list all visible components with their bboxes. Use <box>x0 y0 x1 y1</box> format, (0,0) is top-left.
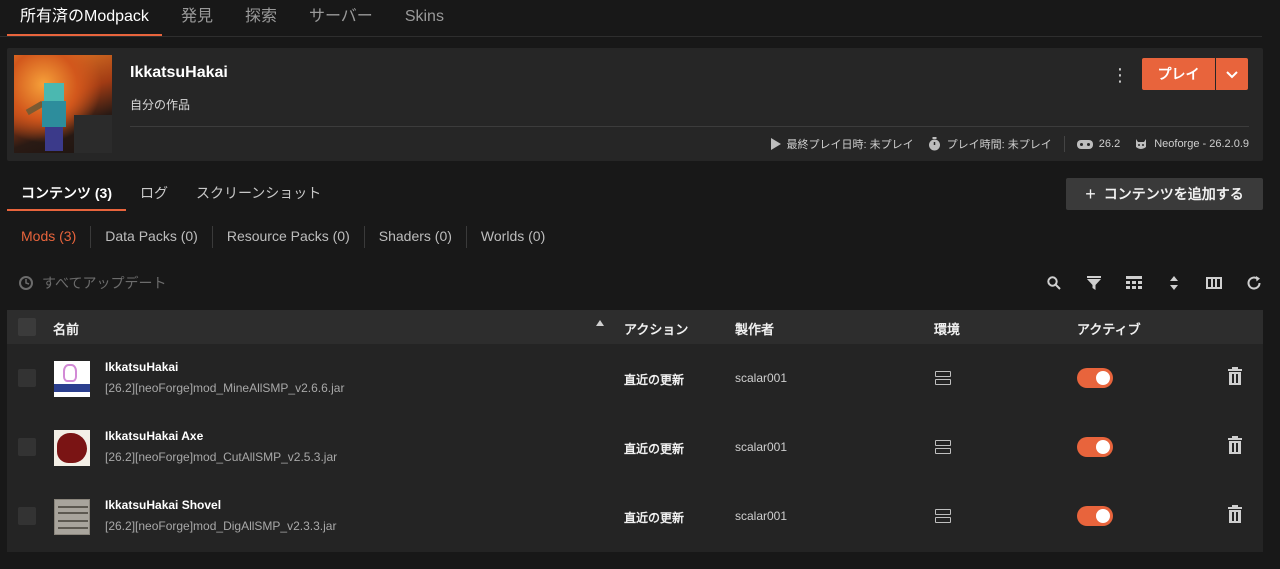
mod-author: scalar001 <box>735 509 788 523</box>
table-row[interactable]: IkkatsuHakai Axe [26.2][neoForge]mod_Cut… <box>7 413 1263 482</box>
trash-icon[interactable] <box>1228 367 1242 386</box>
tab-explore[interactable]: 探索 <box>232 0 290 36</box>
mc-version: 26.2 <box>1098 138 1121 150</box>
add-content-button[interactable]: + コンテンツを追加する <box>1066 178 1263 210</box>
tab-log[interactable]: ログ <box>126 176 182 211</box>
active-toggle[interactable] <box>1077 506 1113 526</box>
mod-action: 直近の更新 <box>624 442 685 456</box>
sort-icon[interactable] <box>1154 273 1194 293</box>
instance-divider <box>130 126 1249 127</box>
server-icon <box>935 509 951 523</box>
filter-icon[interactable] <box>1074 273 1114 293</box>
instance-thumbnail <box>14 55 112 153</box>
tab-owned-modpacks[interactable]: 所有済のModpack <box>7 0 162 36</box>
filter-resource-packs[interactable]: Resource Packs (0) <box>213 226 364 248</box>
instance-subtitle: 自分の作品 <box>130 98 191 112</box>
refresh-clock-icon <box>19 276 33 290</box>
play-button[interactable]: プレイ <box>1142 58 1215 90</box>
loader-version: Neoforge - 26.2.0.9 <box>1154 138 1249 150</box>
mod-filename: [26.2][neoForge]mod_CutAllSMP_v2.5.3.jar <box>105 450 338 464</box>
row-checkbox[interactable] <box>18 369 36 387</box>
mod-title: IkkatsuHakai Axe <box>105 429 204 443</box>
play-dropdown-button[interactable] <box>1216 58 1248 90</box>
server-icon <box>935 371 951 385</box>
add-content-label: コンテンツを追加する <box>1103 186 1244 202</box>
header-author[interactable]: 製作者 <box>735 319 774 338</box>
play-triangle-icon <box>770 138 781 150</box>
more-options-icon[interactable]: ⋮ <box>1111 66 1129 86</box>
filter-shaders[interactable]: Shaders (0) <box>365 226 466 248</box>
grid-icon[interactable] <box>1114 273 1154 293</box>
instance-header: IkkatsuHakai 自分の作品 ⋮ プレイ 最終プレイ日時: 未プレイ プ… <box>7 48 1263 161</box>
header-active[interactable]: アクティブ <box>1077 319 1141 338</box>
play-time: プレイ時間: 未プレイ <box>946 139 1052 151</box>
header-action[interactable]: アクション <box>624 319 688 338</box>
mod-title: IkkatsuHakai Shovel <box>105 498 222 512</box>
refresh-icon[interactable] <box>1234 273 1274 293</box>
mod-author: scalar001 <box>735 371 788 385</box>
content-tabs: コンテンツ (3) ログ スクリーンショット <box>7 176 335 211</box>
mod-action: 直近の更新 <box>624 511 685 525</box>
filter-worlds[interactable]: Worlds (0) <box>467 226 559 248</box>
columns-icon[interactable] <box>1194 273 1234 293</box>
chevron-down-icon <box>1226 71 1238 79</box>
table-row[interactable]: IkkatsuHakai [26.2][neoForge]mod_MineAll… <box>7 344 1263 413</box>
mod-icon <box>54 430 90 466</box>
update-all-label: すべてアップデート <box>42 275 167 291</box>
mod-filename: [26.2][neoForge]mod_MineAllSMP_v2.6.6.ja… <box>105 381 345 395</box>
mod-icon <box>54 361 90 397</box>
gamepad-icon <box>1076 139 1093 149</box>
plus-icon: + <box>1085 184 1096 204</box>
mod-author: scalar001 <box>735 440 788 454</box>
active-toggle[interactable] <box>1077 437 1113 457</box>
tab-skins[interactable]: Skins <box>392 0 457 36</box>
instance-name: IkkatsuHakai <box>130 64 228 81</box>
header-name[interactable]: 名前 <box>53 319 79 338</box>
mods-table: 名前 アクション 製作者 環境 アクティブ IkkatsuHakai [26.2… <box>7 310 1263 552</box>
content-filters: Mods (3) Data Packs (0) Resource Packs (… <box>7 226 559 248</box>
row-checkbox[interactable] <box>18 507 36 525</box>
table-header: 名前 アクション 製作者 環境 アクティブ <box>7 310 1263 344</box>
tab-discover[interactable]: 発見 <box>168 0 226 36</box>
server-icon <box>935 440 951 454</box>
mod-title: IkkatsuHakai <box>105 360 179 374</box>
tab-screenshots[interactable]: スクリーンショット <box>182 176 335 211</box>
active-toggle[interactable] <box>1077 368 1113 388</box>
filter-mods[interactable]: Mods (3) <box>7 226 90 248</box>
mod-icon <box>54 499 90 535</box>
select-all-checkbox[interactable] <box>18 318 36 336</box>
sort-ascending-icon[interactable] <box>596 320 604 326</box>
neoforge-icon <box>1136 139 1147 149</box>
table-row[interactable]: IkkatsuHakai Shovel [26.2][neoForge]mod_… <box>7 482 1263 551</box>
mod-filename: [26.2][neoForge]mod_DigAllSMP_v2.3.3.jar <box>105 519 337 533</box>
tab-servers[interactable]: サーバー <box>296 0 386 36</box>
row-checkbox[interactable] <box>18 438 36 456</box>
search-icon[interactable] <box>1034 273 1074 293</box>
stopwatch-icon <box>928 137 940 151</box>
last-played: 最終プレイ日時: 未プレイ <box>786 139 914 151</box>
top-nav: 所有済のModpack 発見 探索 サーバー Skins <box>0 0 1262 37</box>
trash-icon[interactable] <box>1228 436 1242 455</box>
mod-action: 直近の更新 <box>624 373 685 387</box>
trash-icon[interactable] <box>1228 505 1242 524</box>
tab-contents[interactable]: コンテンツ (3) <box>7 176 126 211</box>
update-all-button[interactable]: すべてアップデート <box>18 273 166 293</box>
table-toolbar <box>1034 273 1274 293</box>
header-environment[interactable]: 環境 <box>934 319 960 338</box>
instance-meta: 最終プレイ日時: 未プレイ プレイ時間: 未プレイ 26.2 Neoforge … <box>770 136 1249 152</box>
filter-data-packs[interactable]: Data Packs (0) <box>91 226 212 248</box>
